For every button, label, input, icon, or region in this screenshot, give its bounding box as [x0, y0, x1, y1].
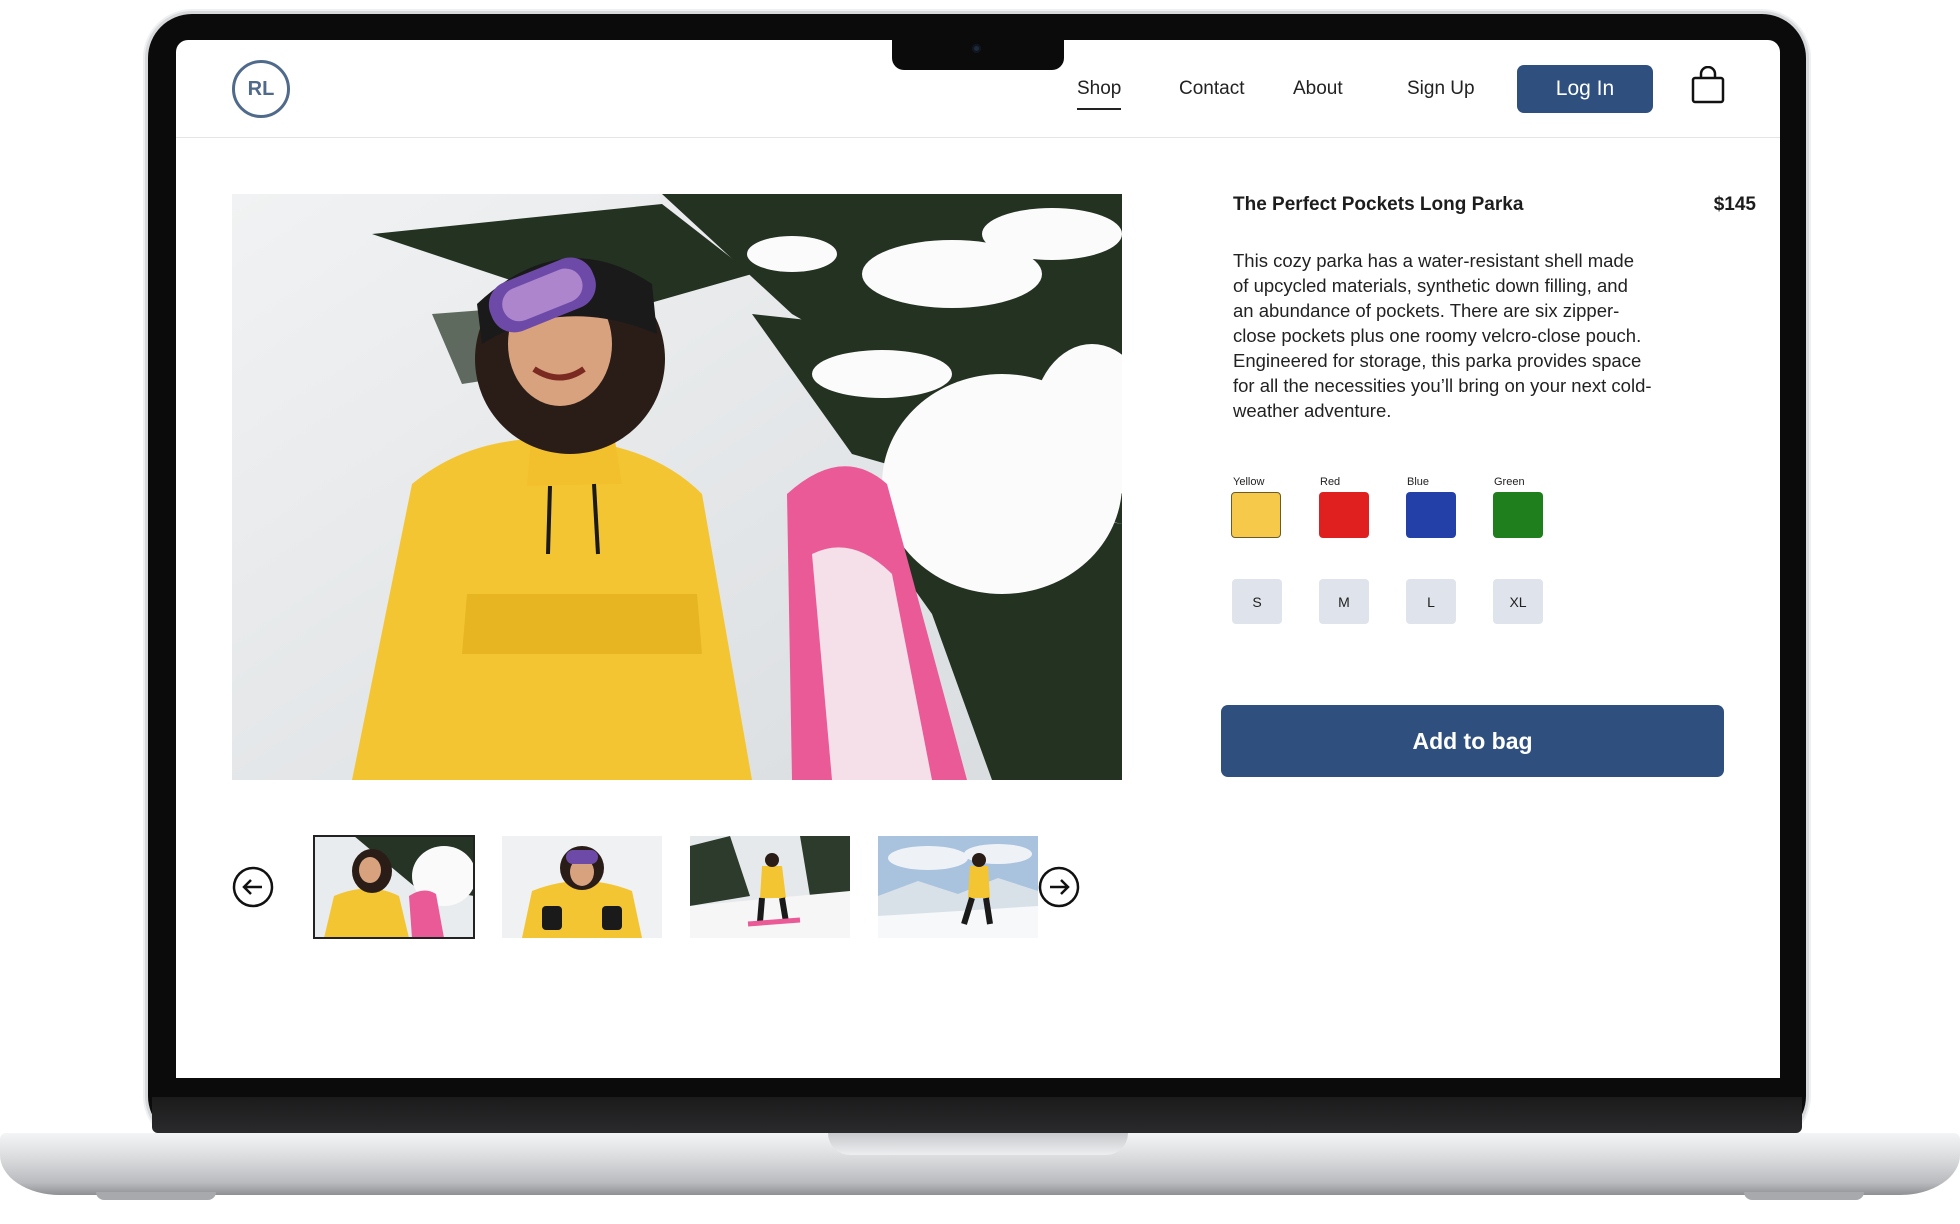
color-swatch-blue[interactable]	[1406, 492, 1456, 538]
gallery-thumbnail[interactable]	[313, 835, 475, 939]
add-to-bag-button[interactable]: Add to bag	[1221, 705, 1724, 777]
product-title: The Perfect Pockets Long Parka	[1233, 194, 1524, 215]
camera-notch	[892, 38, 1064, 70]
size-option-xl[interactable]: XL	[1493, 579, 1543, 624]
laptop-screen: RL Shop Contact About Sign Up Log In The…	[176, 40, 1780, 1078]
nav-link-shop-label: Shop	[1077, 78, 1122, 99]
product-hero-image	[232, 194, 1122, 780]
camera-icon	[972, 44, 981, 53]
nav-link-shop[interactable]: Shop	[1077, 78, 1122, 110]
nav-link-contact[interactable]: Contact	[1179, 78, 1244, 100]
color-swatch-yellow[interactable]	[1231, 492, 1281, 538]
color-swatch-red[interactable]	[1319, 492, 1369, 538]
brand-logo[interactable]: RL	[232, 60, 290, 118]
color-label-yellow: Yellow	[1233, 476, 1265, 488]
color-label-green: Green	[1494, 476, 1525, 488]
product-description: This cozy parka has a water-resistant sh…	[1233, 250, 1652, 421]
nav-link-sign-up[interactable]: Sign Up	[1407, 78, 1475, 100]
gallery-thumbnail[interactable]	[878, 836, 1038, 938]
shopping-bag-icon[interactable]	[1690, 66, 1726, 104]
laptop-screen-chin	[152, 1097, 1802, 1133]
laptop-foot-left	[96, 1192, 216, 1200]
color-label-red: Red	[1320, 476, 1341, 488]
gallery-thumbnail[interactable]	[502, 836, 662, 938]
color-swatch-green[interactable]	[1493, 492, 1543, 538]
product-price: $145	[1713, 194, 1756, 215]
laptop-foot-right	[1744, 1192, 1864, 1200]
gallery-thumbnail[interactable]	[690, 836, 850, 938]
active-nav-underline	[1077, 108, 1122, 110]
carousel-next-arrow-icon[interactable]	[1038, 866, 1080, 908]
color-label-blue: Blue	[1407, 476, 1430, 488]
size-option-l[interactable]: L	[1406, 579, 1456, 624]
log-in-button[interactable]: Log In	[1517, 65, 1653, 113]
laptop-opening-lip	[828, 1133, 1128, 1155]
size-option-m[interactable]: M	[1319, 579, 1369, 624]
carousel-prev-arrow-icon[interactable]	[232, 866, 274, 908]
nav-link-about[interactable]: About	[1293, 78, 1343, 100]
size-option-s[interactable]: S	[1232, 579, 1282, 624]
